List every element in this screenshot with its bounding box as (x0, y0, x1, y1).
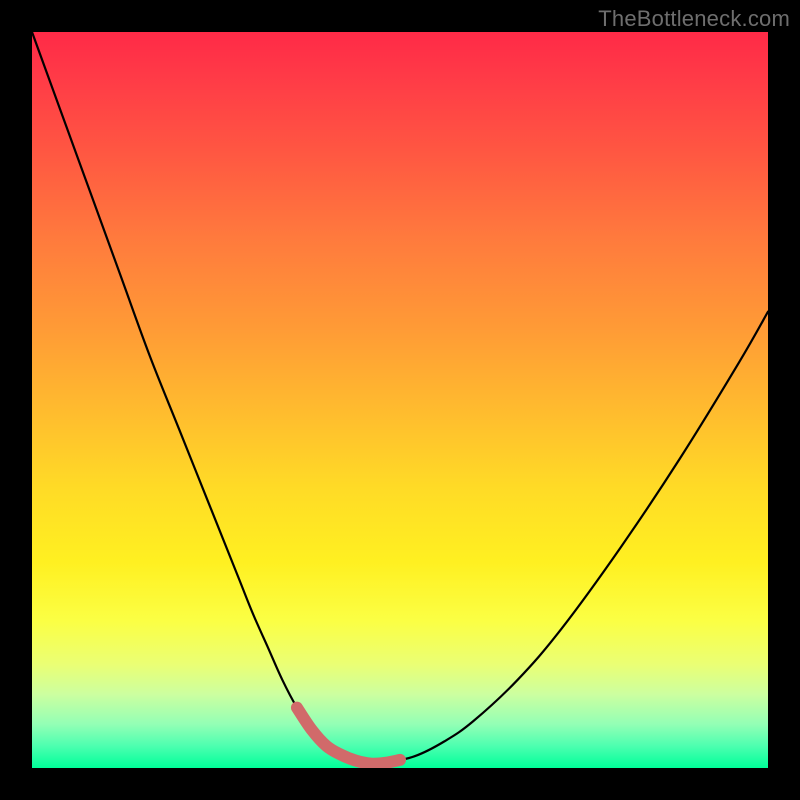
flat-bottom-segment (297, 708, 400, 764)
chart-outer-frame: TheBottleneck.com (0, 0, 800, 800)
bottleneck-curve (32, 32, 768, 764)
chart-svg (32, 32, 768, 768)
watermark-text: TheBottleneck.com (598, 6, 790, 32)
